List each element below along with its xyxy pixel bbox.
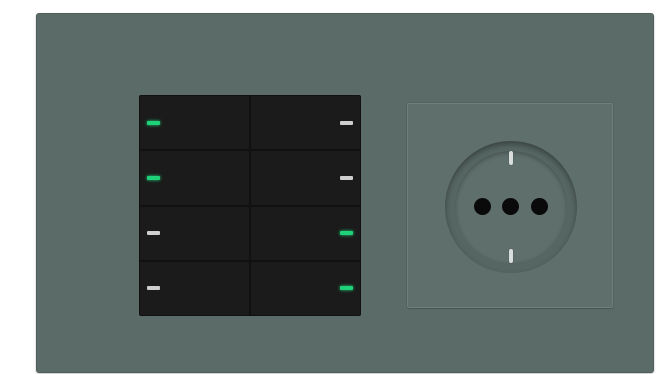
key-row2-left[interactable]: [140, 151, 249, 205]
led-indicator-off: [147, 231, 160, 236]
led-indicator-on: [147, 175, 160, 180]
led-indicator-on: [340, 286, 353, 291]
key-row3-left[interactable]: [140, 206, 249, 260]
key-row4-left[interactable]: [140, 261, 249, 315]
key-row4-right[interactable]: [251, 261, 360, 315]
socket-face: [455, 151, 567, 263]
led-indicator-off: [147, 286, 160, 291]
wall-plate: [36, 13, 654, 373]
led-indicator-on: [147, 120, 160, 125]
power-socket-plate: [407, 103, 613, 308]
key-row3-right[interactable]: [251, 206, 360, 260]
socket-hole-center: [502, 198, 519, 215]
key-row1-left[interactable]: [140, 96, 249, 150]
led-indicator-off: [340, 175, 353, 180]
led-indicator-off: [340, 120, 353, 125]
socket-hole-left: [474, 198, 491, 215]
key-row2-right[interactable]: [251, 151, 360, 205]
socket-hole-right: [531, 198, 548, 215]
earth-clip-bottom: [509, 249, 513, 263]
key-row1-right[interactable]: [251, 96, 360, 150]
keypad: [139, 95, 361, 316]
led-indicator-on: [340, 231, 353, 236]
socket-recess: [445, 141, 577, 273]
earth-clip-top: [509, 151, 513, 165]
